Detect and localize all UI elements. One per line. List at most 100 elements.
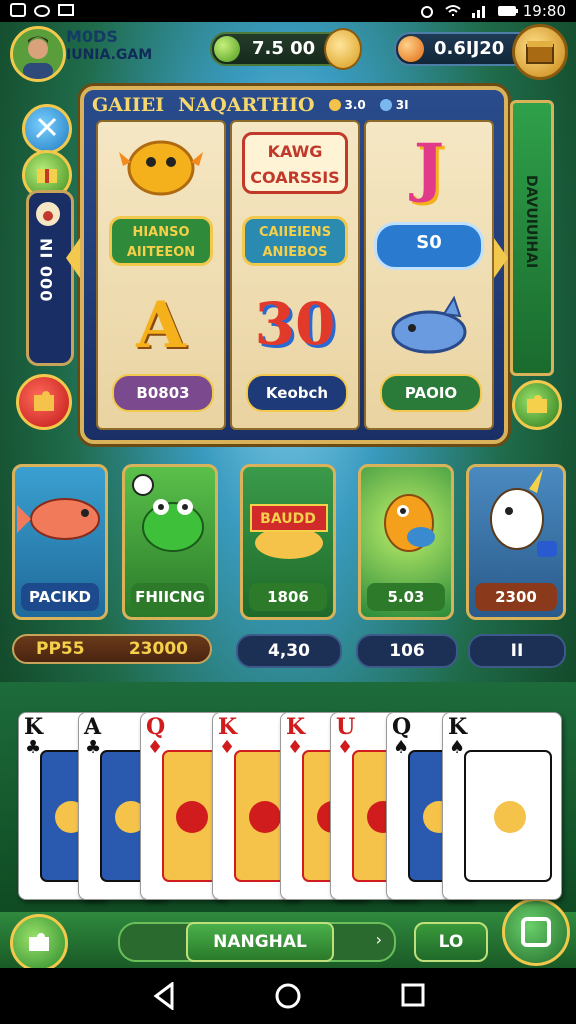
game-screen: 19:80 M0DS IUNIA.GAM 7.5 00 0.6IJ20 000 …: [0, 0, 576, 1024]
slot-subtitle: NAQARTHIO: [178, 94, 315, 116]
stat-pill-4: II: [468, 634, 566, 668]
treasure-chest-icon[interactable]: [512, 24, 568, 80]
game-card-unicorn[interactable]: 2300: [466, 464, 566, 620]
alarm-icon: [419, 4, 435, 18]
recents-icon[interactable]: [400, 982, 426, 1008]
reel-1: HIANSO AIITEEON A B0803: [96, 120, 226, 430]
slot-stat-1: 3.0: [328, 98, 366, 112]
bird-icon: [384, 494, 435, 552]
gem-icon: [398, 36, 424, 62]
card-rank: Q: [146, 714, 166, 740]
slot-stat-1-value: 3.0: [344, 98, 366, 112]
paw-icon: [36, 202, 60, 226]
card-rank: K: [24, 714, 44, 740]
stat-2-value: 4,30: [268, 641, 310, 661]
card-art: [464, 750, 552, 882]
gem-stat-icon: [379, 99, 392, 111]
reel-3-pill[interactable]: PAOIO: [380, 374, 482, 412]
side-panel-text: 000 IN: [37, 237, 56, 302]
coin-icon: [214, 36, 240, 62]
reel-3: J S0 PAOIO: [364, 120, 494, 430]
reel-2-label: CAIIEIENS ANIEBOS: [242, 216, 348, 266]
playing-card[interactable]: K ♠: [442, 712, 562, 900]
fish-icon: [17, 498, 100, 540]
card-rank: U: [336, 714, 356, 740]
puzzle-piece-icon: [527, 395, 547, 413]
stat-pill-1: PP55 23000: [12, 634, 212, 664]
game-card-treasure[interactable]: BAUDD 1806: [240, 464, 336, 620]
status-bar: 19:80: [0, 0, 576, 22]
coin-stat-icon: [328, 99, 341, 111]
reel-1-pill[interactable]: B0803: [112, 374, 214, 412]
home-icon[interactable]: [274, 982, 302, 1010]
reel-1-label-badge: HIANSO AIITEEON: [106, 216, 216, 266]
reel-3-label: S0: [374, 222, 484, 270]
puzzle-icon: [34, 391, 54, 411]
stat-3-value: 106: [389, 641, 425, 661]
slot-machine: GAIIEI NAQARTHIO 3.0 3I HIANSO AIITEEON …: [66, 86, 508, 444]
back-icon[interactable]: [150, 982, 180, 1010]
letter-a-symbol: A: [136, 288, 186, 363]
center-action-button[interactable]: NANGHAL: [186, 922, 334, 962]
player-name: M0DS IUNIA.GAM: [66, 28, 152, 64]
center-track: NANGHAL ›: [118, 922, 396, 962]
gallery-icon: [58, 3, 74, 17]
menu-frame-icon: [521, 917, 551, 947]
tools-button[interactable]: [22, 104, 72, 154]
right-vertical-panel[interactable]: DAVUIUIHAI: [510, 100, 554, 376]
game-card-bird[interactable]: 5.03: [358, 464, 454, 620]
dolphin-symbol: [374, 292, 484, 366]
frog-icon: [132, 474, 204, 552]
bottom-action-bar: NANGHAL › LO: [0, 898, 576, 972]
player-name-line2: IUNIA.GAM: [66, 47, 153, 63]
shop-button[interactable]: [16, 374, 72, 430]
status-time: 19:80: [522, 2, 566, 20]
card-rank: Q: [392, 714, 412, 740]
coin-balance-value: 7.5 00: [252, 38, 316, 59]
game-card-fish[interactable]: PACIKD: [12, 464, 108, 620]
unicorn-icon: [490, 469, 557, 557]
player-avatar[interactable]: [10, 26, 66, 82]
system-navigation-bar: [0, 968, 576, 1024]
right-panel-text: DAVUIUIHAI: [523, 175, 539, 269]
card-rank: K: [218, 714, 238, 740]
side-info-panel[interactable]: 000 IN: [26, 190, 74, 366]
card-rank: K: [448, 714, 468, 740]
cloud-icon: [34, 3, 50, 17]
puzzle-home-icon: [29, 933, 49, 951]
card-rank: K: [286, 714, 306, 740]
puzzle-button[interactable]: [512, 380, 562, 430]
slot-title-bar: GAIIEI NAQARTHIO 3.0 3I: [92, 94, 492, 116]
signal-icon: [471, 4, 487, 18]
coin-balance[interactable]: 7.5 00: [210, 28, 362, 70]
pufferfish-symbol: [106, 132, 216, 206]
slot-title: GAIIEI: [92, 94, 165, 116]
notification-icon: [10, 3, 26, 17]
right-arrow-icon[interactable]: [492, 238, 508, 278]
reel-1-label: HIANSO AIITEEON: [109, 216, 213, 266]
letter-j-symbol: J: [413, 130, 445, 205]
game-card-fish-label: PACIKD: [21, 583, 99, 611]
stat-pill-3: 106: [356, 634, 458, 668]
game-card-bird-label: 5.03: [367, 583, 445, 611]
home-button[interactable]: [10, 914, 68, 972]
reel-2: KAWG COARSSIS CAIIEIENS ANIEBOS 30 Keobc…: [230, 120, 360, 430]
reel-3-label-badge: S0: [374, 222, 484, 270]
gem-balance-value: 0.6IJ20: [434, 38, 505, 59]
reel-2-pill[interactable]: Keobch: [246, 374, 348, 412]
add-coins-icon[interactable]: [324, 28, 362, 70]
reel-2-label-badge: CAIIEIENS ANIEBOS: [240, 216, 350, 266]
logo-text: KAWG COARSSIS: [242, 132, 348, 194]
battery-icon: [497, 4, 518, 18]
game-card-frog[interactable]: FHIICNG: [122, 464, 218, 620]
stat-1-label: PP55: [36, 639, 85, 659]
menu-button[interactable]: [502, 898, 570, 966]
player-name-line1: M0DS: [66, 27, 118, 46]
log-button[interactable]: LO: [414, 922, 488, 962]
stat-pill-2: 4,30: [236, 634, 342, 668]
card-rank: A: [84, 714, 102, 740]
game-card-frog-label: FHIICNG: [131, 583, 209, 611]
slot-stat-2: 3I: [379, 98, 409, 112]
left-arrow-icon[interactable]: [66, 238, 82, 278]
chevron-right-icon[interactable]: ›: [376, 930, 382, 949]
